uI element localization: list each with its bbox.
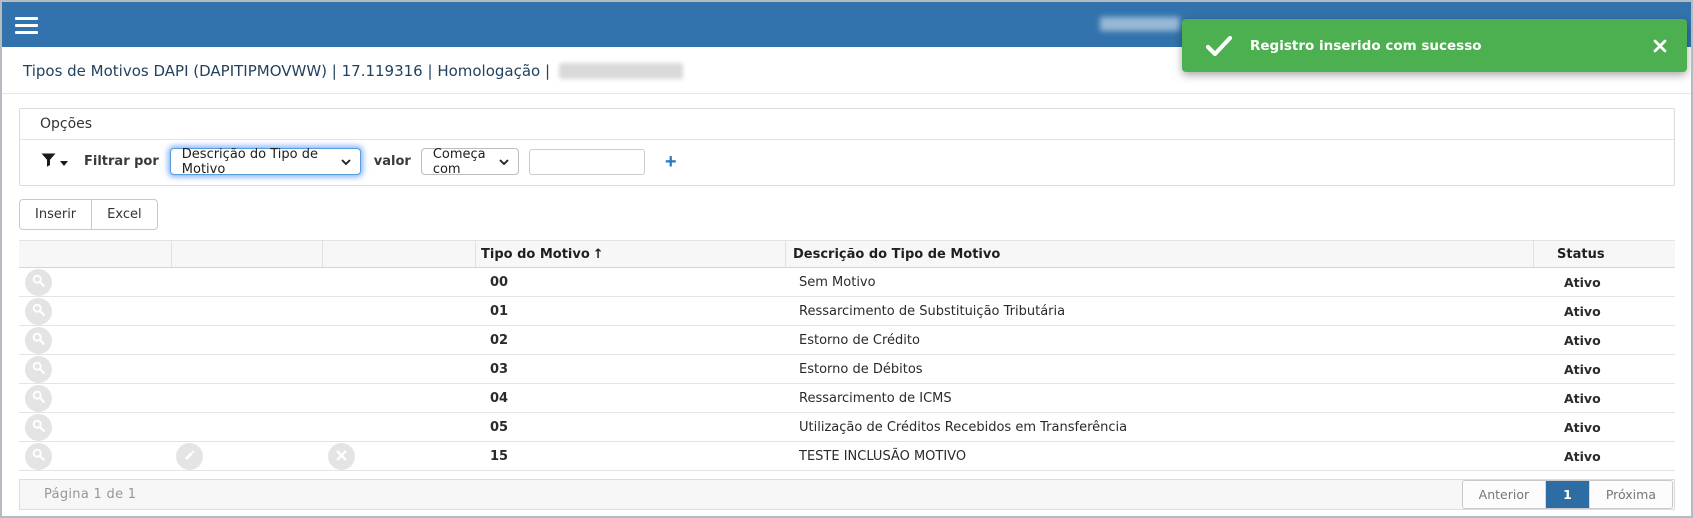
- filter-field-selected-value: Descrição do Tipo de Motivo: [182, 147, 341, 177]
- view-row-button[interactable]: [25, 385, 52, 412]
- column-header-descricao-label: Descrição do Tipo de Motivo: [793, 247, 1000, 262]
- next-page-button[interactable]: Próxima: [1589, 481, 1672, 508]
- toolbar: Inserir Excel: [19, 199, 158, 230]
- toast-message: Registro inserido com sucesso: [1250, 38, 1482, 54]
- row-status: Ativo: [1534, 304, 1675, 319]
- row-status: Ativo: [1534, 420, 1675, 435]
- redacted-user-info: [1100, 17, 1180, 31]
- table-header-row: Tipo do Motivo ↑ Descrição do Tipo de Mo…: [19, 240, 1675, 268]
- column-header-tipo[interactable]: Tipo do Motivo ↑: [476, 241, 786, 267]
- current-page-button[interactable]: 1: [1545, 481, 1589, 508]
- options-panel: Opções Filtrar por Descrição do Tipo de …: [19, 108, 1675, 186]
- filter-operator-select[interactable]: Começa com: [421, 148, 519, 175]
- row-tipo: 04: [476, 391, 786, 406]
- row-tipo: 01: [476, 304, 786, 319]
- magnifier-icon: [32, 303, 45, 319]
- close-icon[interactable]: [1653, 39, 1667, 53]
- select-chevron-icon: [341, 154, 351, 169]
- magnifier-icon: [32, 274, 45, 290]
- view-row-button[interactable]: [25, 414, 52, 441]
- row-descricao: Estorno de Crédito: [786, 333, 1534, 348]
- row-status: Ativo: [1534, 362, 1675, 377]
- checkmark-icon: [1206, 36, 1232, 56]
- table-row: 15 TESTE INCLUSÃO MOTIVO Ativo: [19, 442, 1675, 471]
- previous-page-button[interactable]: Anterior: [1463, 481, 1545, 508]
- row-descricao: Utilização de Créditos Recebidos em Tran…: [786, 420, 1534, 435]
- filter-row: Filtrar por Descrição do Tipo de Motivo …: [20, 140, 1674, 185]
- redacted-environment-info: [559, 63, 683, 79]
- success-toast: Registro inserido com sucesso: [1182, 19, 1687, 72]
- sort-ascending-icon: ↑: [593, 247, 604, 262]
- table-row: 05 Utilização de Créditos Recebidos em T…: [19, 413, 1675, 442]
- column-header-descricao[interactable]: Descrição do Tipo de Motivo: [786, 241, 1534, 267]
- pencil-icon: [184, 449, 196, 464]
- magnifier-icon: [32, 419, 45, 435]
- hamburger-menu-icon[interactable]: [15, 17, 39, 38]
- funnel-icon: [41, 153, 56, 171]
- row-tipo: 02: [476, 333, 786, 348]
- filter-menu-button[interactable]: [41, 153, 68, 171]
- app-window: Registro inserido com sucesso Tipos de M…: [0, 0, 1693, 518]
- row-status: Ativo: [1534, 449, 1675, 464]
- row-descricao: Sem Motivo: [786, 275, 1534, 290]
- page-info: Página 1 de 1: [44, 487, 136, 502]
- magnifier-icon: [32, 361, 45, 377]
- table-row: 03 Estorno de Débitos Ativo: [19, 355, 1675, 384]
- excel-button[interactable]: Excel: [92, 199, 157, 230]
- row-tipo: 03: [476, 362, 786, 377]
- table-row: 02 Estorno de Crédito Ativo: [19, 326, 1675, 355]
- add-filter-button[interactable]: +: [661, 152, 681, 172]
- table-body: 00 Sem Motivo Ativo 01: [19, 268, 1675, 471]
- row-descricao: Ressarcimento de Substituição Tributária: [786, 304, 1534, 319]
- magnifier-icon: [32, 448, 45, 464]
- row-descricao: Estorno de Débitos: [786, 362, 1534, 377]
- row-descricao: TESTE INCLUSÃO MOTIVO: [786, 449, 1534, 464]
- column-header-status-label: Status: [1557, 247, 1605, 262]
- view-row-button[interactable]: [25, 298, 52, 325]
- table-row: 01 Ressarcimento de Substituição Tributá…: [19, 297, 1675, 326]
- filter-operator-selected-value: Começa com: [433, 147, 499, 177]
- row-tipo: 05: [476, 420, 786, 435]
- row-tipo: 15: [476, 449, 786, 464]
- insert-button[interactable]: Inserir: [19, 199, 92, 230]
- table-row: 04 Ressarcimento de ICMS Ativo: [19, 384, 1675, 413]
- view-row-button[interactable]: [25, 443, 52, 470]
- header-actions-2: [172, 241, 323, 267]
- delete-row-button[interactable]: [328, 443, 355, 470]
- magnifier-icon: [32, 332, 45, 348]
- filter-by-label: Filtrar por: [84, 154, 159, 169]
- magnifier-icon: [32, 390, 45, 406]
- view-row-button[interactable]: [25, 269, 52, 296]
- edit-row-button[interactable]: [176, 443, 203, 470]
- chevron-down-icon: [60, 154, 68, 169]
- view-row-button[interactable]: [25, 327, 52, 354]
- options-panel-title: Opções: [20, 109, 1674, 140]
- select-chevron-icon: [499, 154, 509, 169]
- column-header-status[interactable]: Status: [1534, 241, 1675, 267]
- pagination: Anterior 1 Próxima: [1462, 480, 1673, 509]
- motives-table: Tipo do Motivo ↑ Descrição do Tipo de Mo…: [19, 240, 1675, 471]
- table-row: 00 Sem Motivo Ativo: [19, 268, 1675, 297]
- value-label: valor: [374, 154, 411, 169]
- view-row-button[interactable]: [25, 356, 52, 383]
- row-status: Ativo: [1534, 275, 1675, 290]
- row-status: Ativo: [1534, 391, 1675, 406]
- header-actions-1: [19, 241, 172, 267]
- table-footer: Página 1 de 1 Anterior 1 Próxima: [19, 479, 1675, 510]
- row-tipo: 00: [476, 275, 786, 290]
- filter-field-select[interactable]: Descrição do Tipo de Motivo: [170, 148, 361, 175]
- page-title: Tipos de Motivos DAPI (DAPITIPMOVWW) | 1…: [23, 62, 550, 80]
- row-descricao: Ressarcimento de ICMS: [786, 391, 1534, 406]
- column-header-tipo-label: Tipo do Motivo: [481, 247, 590, 262]
- row-status: Ativo: [1534, 333, 1675, 348]
- header-actions-3: [323, 241, 476, 267]
- filter-value-input[interactable]: [529, 149, 645, 175]
- x-icon: [336, 449, 347, 464]
